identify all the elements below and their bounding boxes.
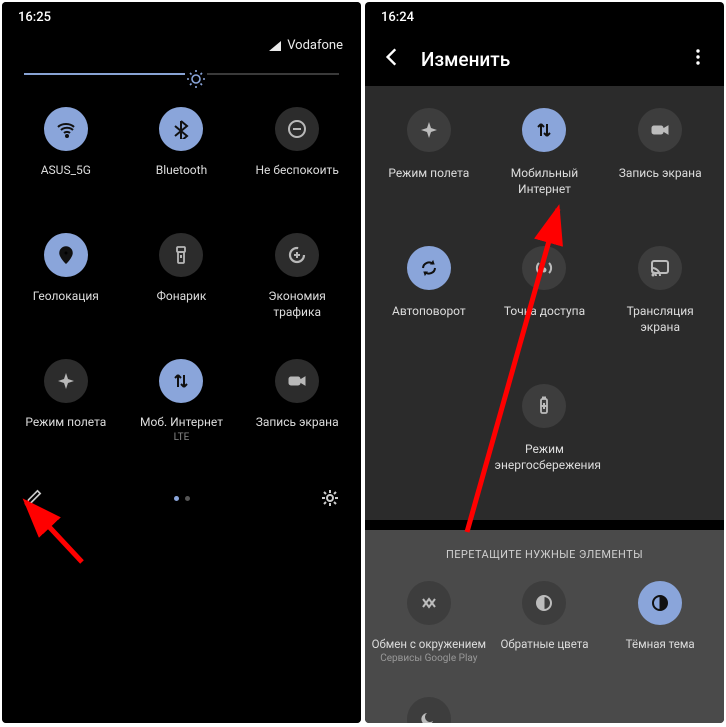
qs-tile-location[interactable]: Геолокация xyxy=(8,223,124,349)
qs-tile-camcorder[interactable]: Запись экрана xyxy=(239,349,355,475)
edit-title: Изменить xyxy=(421,48,670,71)
status-bar: 16:24 xyxy=(365,2,724,32)
drag-section-title: ПЕРЕТАЩИТЕ НУЖНЫЕ ЭЛЕМЕНТЫ xyxy=(365,548,724,561)
tile-label: Фонарик xyxy=(157,289,207,305)
edit-tile-airplane[interactable]: Режим полета xyxy=(371,104,487,224)
darkmode-icon xyxy=(638,581,682,625)
qs-tile-wifi[interactable]: ASUS_5G xyxy=(8,97,124,223)
carrier-row: Vodafone xyxy=(2,32,361,63)
tile-sublabel: Сервисы Google Play xyxy=(380,653,477,664)
tile-label: Геолокация xyxy=(33,289,99,305)
drag-section: ПЕРЕТАЩИТЕ НУЖНЫЕ ЭЛЕМЕНТЫ Обмен с окруж… xyxy=(365,530,724,723)
back-button[interactable] xyxy=(381,46,403,72)
signal-icon xyxy=(269,41,281,51)
edit-tiles-screen: 16:24 Изменить Режим полета Мобильный Ин… xyxy=(365,2,724,723)
settings-button[interactable] xyxy=(319,487,341,509)
tile-label: ASUS_5G xyxy=(41,163,91,179)
tile-label: Не беспокоить xyxy=(255,163,338,179)
mobiledata-icon xyxy=(522,108,566,152)
tile-sublabel: LTE xyxy=(174,432,190,443)
edit-header: Изменить xyxy=(365,32,724,86)
wallpaper xyxy=(2,498,361,723)
edit-tile-rotate[interactable]: Автоповорот xyxy=(371,242,487,362)
active-tiles-panel: Режим полета Мобильный Интернет Запись э… xyxy=(365,86,724,520)
drag-tile-nearby[interactable]: Обмен с окружением Сервисы Google Play xyxy=(371,581,487,693)
qs-tile-airplane[interactable]: Режим полета xyxy=(8,349,124,475)
page-indicator xyxy=(174,496,190,501)
carrier-label: Vodafone xyxy=(287,38,343,53)
edit-tile-battery[interactable]: Режим энергосбережения xyxy=(487,380,603,500)
battery-icon xyxy=(522,384,566,428)
quick-settings-panel: 16:25 Vodafone ASUS_5G Bluetooth Не бесп… xyxy=(2,2,361,723)
qs-tiles-grid: ASUS_5G Bluetooth Не беспокоить Геолокац… xyxy=(2,95,361,475)
tile-label: Автоповорот xyxy=(392,304,466,320)
bluetooth-icon xyxy=(159,107,203,151)
airplane-icon xyxy=(407,108,451,152)
tile-label: Обмен с окружением xyxy=(372,637,486,651)
drag-tile-darkmode[interactable]: Тёмная тема xyxy=(602,581,718,693)
nearby-icon xyxy=(407,581,451,625)
tile-label: Запись экрана xyxy=(256,415,339,431)
edit-tile-mobiledata[interactable]: Мобильный Интернет xyxy=(487,104,603,224)
datasaver-icon xyxy=(275,233,319,277)
invert-icon xyxy=(522,581,566,625)
camcorder-icon xyxy=(638,108,682,152)
tile-label: Обратные цвета xyxy=(501,637,589,651)
qs-tile-flashlight[interactable]: Фонарик xyxy=(124,223,240,349)
tile-label: Экономия трафика xyxy=(247,289,347,320)
tile-label: Режим энергосбережения xyxy=(494,442,594,473)
tile-label: Тёмная тема xyxy=(626,637,695,651)
tile-label: Мобильный Интернет xyxy=(494,166,594,197)
edit-tile-hotspot[interactable]: Точка доступа xyxy=(487,242,603,362)
mobiledata-icon xyxy=(159,359,203,403)
status-bar: 16:25 xyxy=(2,2,361,32)
tile-label: Запись экрана xyxy=(619,166,702,182)
tile-label: Моб. Интернет xyxy=(140,415,223,431)
qs-footer xyxy=(2,475,361,519)
qs-tile-dnd[interactable]: Не беспокоить xyxy=(239,97,355,223)
drag-tile-invert[interactable]: Обратные цвета xyxy=(487,581,603,693)
brightness-thumb[interactable] xyxy=(185,68,207,90)
location-icon xyxy=(44,233,88,277)
cast-icon xyxy=(638,246,682,290)
tile-label: Bluetooth xyxy=(156,163,207,179)
airplane-icon xyxy=(44,359,88,403)
qs-tile-bluetooth[interactable]: Bluetooth xyxy=(124,97,240,223)
tile-label: Трансляция экрана xyxy=(610,304,710,335)
camcorder-icon xyxy=(275,359,319,403)
drag-tile-moon[interactable]: Ночной режим xyxy=(371,697,487,723)
qs-tile-mobiledata[interactable]: Моб. Интернет LTE xyxy=(124,349,240,475)
moon-icon xyxy=(407,697,451,723)
edit-tile-cast[interactable]: Трансляция экрана xyxy=(602,242,718,362)
status-time: 16:25 xyxy=(18,10,51,25)
flashlight-icon xyxy=(159,233,203,277)
status-time: 16:24 xyxy=(381,10,414,25)
more-button[interactable] xyxy=(688,47,708,71)
edit-tile-camcorder[interactable]: Запись экрана xyxy=(602,104,718,224)
hotspot-icon xyxy=(522,246,566,290)
edit-button[interactable] xyxy=(22,487,44,509)
brightness-slider[interactable] xyxy=(2,63,361,95)
tile-label: Режим полета xyxy=(388,166,469,182)
wifi-icon xyxy=(44,107,88,151)
tile-label: Точка доступа xyxy=(504,304,585,320)
qs-tile-datasaver[interactable]: Экономия трафика xyxy=(239,223,355,349)
tile-label: Режим полета xyxy=(25,415,106,431)
rotate-icon xyxy=(407,246,451,290)
dnd-icon xyxy=(275,107,319,151)
